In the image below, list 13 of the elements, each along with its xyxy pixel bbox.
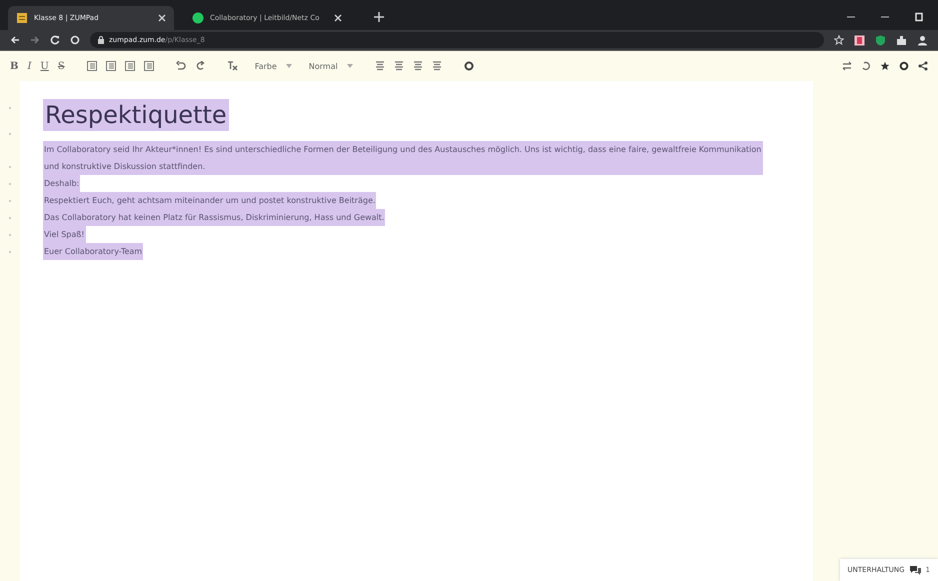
document-title: Respektiquette [43, 99, 229, 131]
italic-button[interactable]: I [27, 60, 32, 72]
underline-button[interactable]: U [40, 60, 49, 72]
paragraph: Das Collaboratory hat keinen Platz für Rassismus, Diskriminierung, Hass und Gewalt. [43, 209, 386, 226]
paragraph: Deshalb: [43, 175, 80, 192]
color-dropdown[interactable]: Farbe [254, 62, 277, 70]
paragraph: Euer Collaboratory-Team [43, 243, 144, 260]
paragraph: Viel Spaß! [43, 226, 86, 243]
paragraph: Respektiert Euch, geht achtsam miteinander um und postet konstruktive Beiträge. [43, 192, 376, 209]
style-dropdown[interactable]: Normal [308, 62, 338, 70]
bold-button[interactable]: B [10, 60, 18, 72]
strikethrough-button[interactable]: S [58, 60, 65, 72]
paragraph: Im Collaboratory seid Ihr Akteur*innen! Es sind unterschiedliche Formen der Beteiligung und des Austausches möglich. Uns ist wichtig, dass eine faire, gewaltfreie Kommunikation und konstruktive Diskussion stattfinden. [43, 141, 763, 175]
